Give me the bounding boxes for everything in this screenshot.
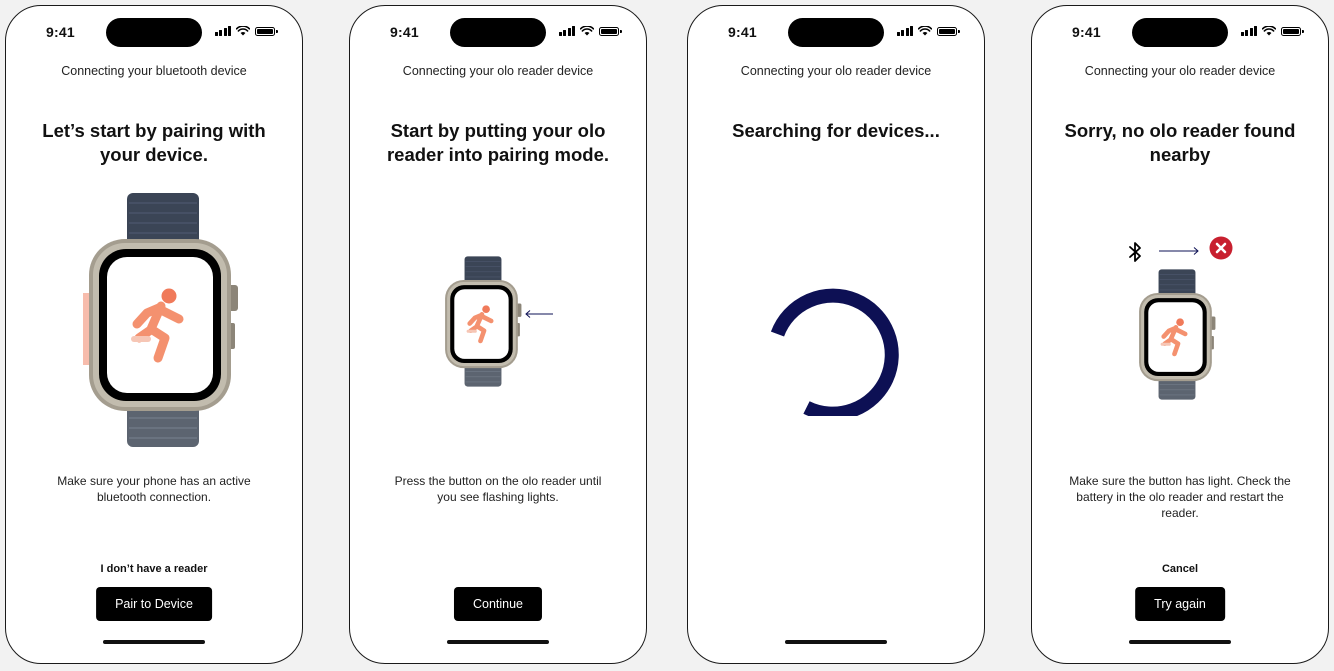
subtitle: Connecting your bluetooth device [61,64,247,78]
status-time: 9:41 [46,24,75,40]
signal-icon [896,26,913,36]
dynamic-island [106,18,202,47]
wifi-icon [580,26,594,36]
wifi-icon [236,26,250,36]
dynamic-island [788,18,884,47]
signal-icon [214,26,231,36]
phone-screen-pairing-mode: 9:41 Connecting your olo reader device S… [349,5,647,664]
subtitle: Connecting your olo reader device [402,64,594,78]
home-indicator [447,640,549,644]
cancel-link[interactable]: Cancel [1032,563,1328,575]
battery-icon [1281,26,1304,36]
subtitle: Connecting your olo reader device [740,64,932,78]
description: Press the button on the olo reader until… [394,474,602,504]
loading-spinner [771,288,899,416]
bluetooth-icon [1129,242,1141,262]
error-x-icon [1209,236,1233,260]
dynamic-island [450,18,546,47]
continue-button[interactable]: Continue [453,587,543,621]
description: Make sure your phone has an active bluet… [57,474,251,504]
page-title: Start by putting your olo reader into pa… [386,120,610,165]
description: Make sure the button has light. Check th… [1069,474,1291,520]
watch-illustration [442,256,524,388]
wifi-icon [918,26,932,36]
watch-illustration [1136,269,1218,401]
status-time: 9:41 [728,24,757,40]
watch-illustration [83,193,248,449]
battery-icon [255,26,278,36]
status-icons [896,26,960,36]
battery-icon [937,26,960,36]
phone-screen-searching: 9:41 Connecting your olo reader device S… [687,5,985,664]
page-title: Let’s start by pairing with your device. [42,120,266,165]
no-reader-link[interactable]: I don’t have a reader [6,563,302,575]
try-again-button[interactable]: Try again [1135,587,1225,621]
signal-icon [558,26,575,36]
subtitle: Connecting your olo reader device [1084,64,1276,78]
arrow-left-icon [525,310,553,318]
phone-screen-pairing-start: 9:41 Connecting your bluetooth device Le… [5,5,303,664]
dynamic-island [1132,18,1228,47]
status-icons [558,26,622,36]
home-indicator [1129,640,1231,644]
page-title: Searching for devices... [732,120,940,141]
home-indicator [103,640,205,644]
status-icons [214,26,278,36]
status-time: 9:41 [390,24,419,40]
wifi-icon [1262,26,1276,36]
status-icons [1240,26,1304,36]
status-time: 9:41 [1072,24,1101,40]
page-title: Sorry, no olo reader found nearby [1064,120,1296,165]
pair-to-device-button[interactable]: Pair to Device [96,587,212,621]
arrow-right-icon [1159,247,1199,255]
battery-icon [599,26,622,36]
phone-screen-not-found: 9:41 Connecting your olo reader device S… [1031,5,1329,664]
signal-icon [1240,26,1257,36]
home-indicator [785,640,887,644]
